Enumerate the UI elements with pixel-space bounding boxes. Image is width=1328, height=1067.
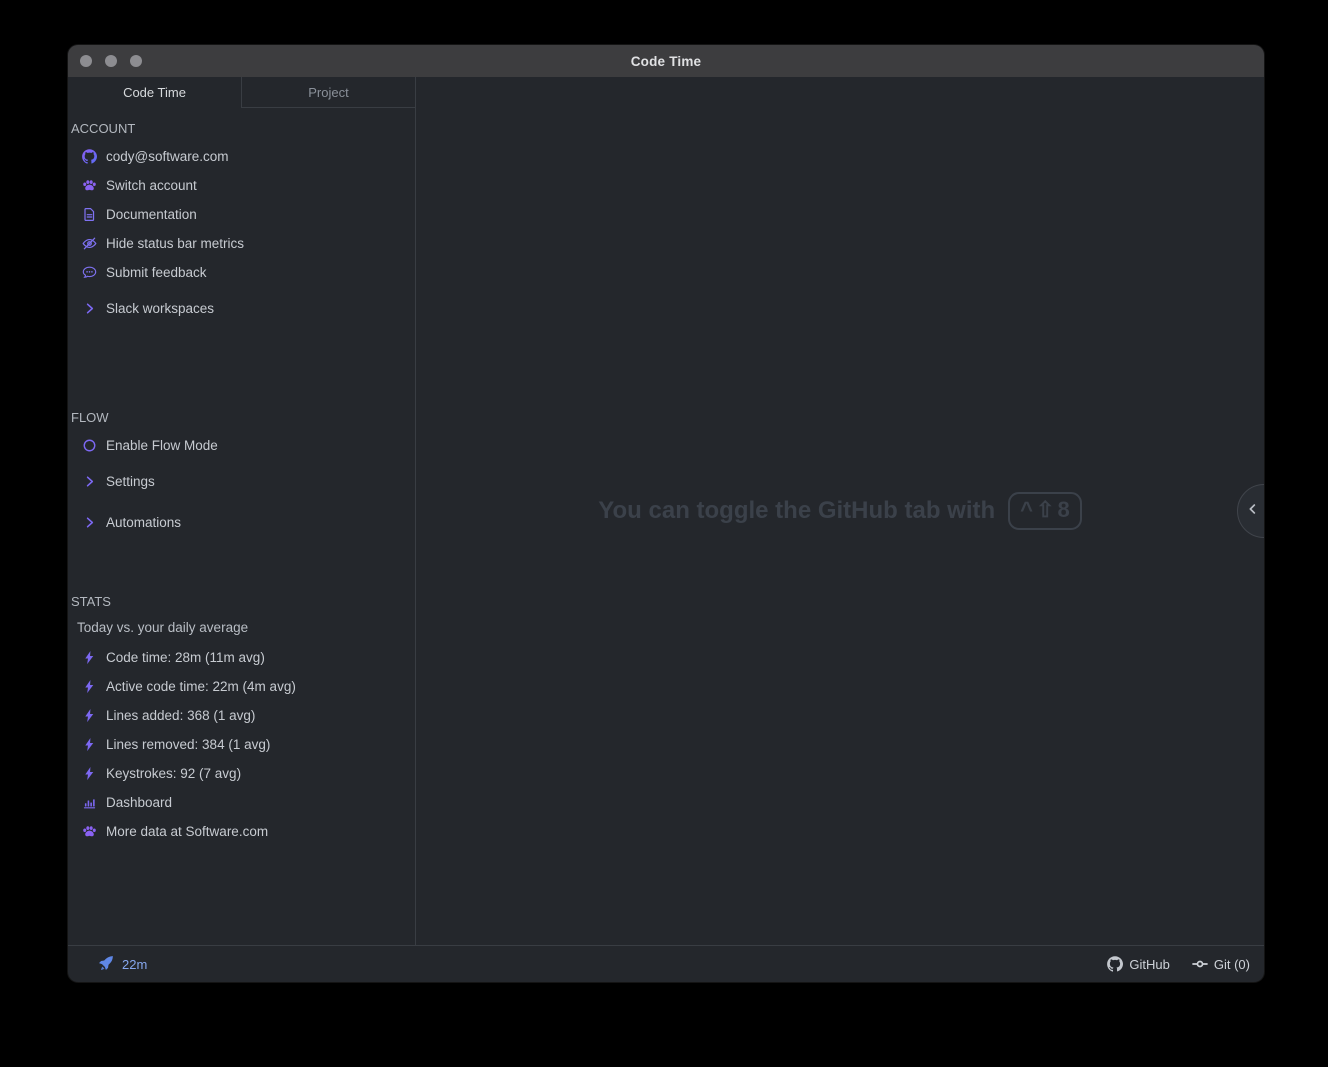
- titlebar[interactable]: Code Time: [68, 45, 1264, 77]
- tab-project[interactable]: Project: [241, 77, 415, 108]
- sidebar-item-label: Enable Flow Mode: [106, 438, 218, 453]
- github-status-label: GitHub: [1129, 957, 1169, 972]
- sidebar-item[interactable]: Keystrokes: 92 (7 avg): [68, 759, 415, 788]
- sidebar-item-label: More data at Software.com: [106, 824, 268, 839]
- window-title: Code Time: [68, 54, 1264, 69]
- sidebar-item[interactable]: Enable Flow Mode: [68, 431, 415, 460]
- sidebar-scroll: ACCOUNT cody@software.com Switch account D…: [68, 108, 415, 945]
- stats-subtitle: Today vs. your daily average: [68, 615, 415, 641]
- github-status-item[interactable]: GitHub: [1107, 956, 1169, 972]
- zoom-button[interactable]: [130, 55, 142, 67]
- circle-outline-icon: [82, 438, 97, 453]
- sidebar: Code Time Project ACCOUNT cody@software.…: [68, 77, 416, 945]
- active-code-time-status[interactable]: 22m: [98, 955, 147, 974]
- sidebar-item-label: Documentation: [106, 207, 197, 222]
- section-flow: FLOW Enable Flow Mode Settings Automations: [68, 409, 415, 537]
- bolt-icon: [82, 737, 97, 752]
- sidebar-item[interactable]: Slack workspaces: [68, 294, 415, 323]
- sidebar-item-label: Dashboard: [106, 795, 172, 810]
- sidebar-item[interactable]: Documentation: [68, 200, 415, 229]
- code-time-window: Code Time Code Time Project ACCOUNT cody…: [68, 45, 1264, 982]
- statusbar-right: GitHub Git (0): [1107, 956, 1250, 972]
- stats-items: Code time: 28m (11m avg) Active code time…: [68, 643, 415, 846]
- rocket-icon: [98, 955, 114, 974]
- sidebar-item-label: Settings: [106, 474, 155, 489]
- sidebar-item[interactable]: Lines added: 368 (1 avg): [68, 701, 415, 730]
- sidebar-item-label: Code time: 28m (11m avg): [106, 650, 265, 665]
- control-key-glyph: ^: [1020, 497, 1033, 523]
- sidebar-item[interactable]: Code time: 28m (11m avg): [68, 643, 415, 672]
- sidebar-item-label: Lines added: 368 (1 avg): [106, 708, 255, 723]
- sidebar-item-label: Keystrokes: 92 (7 avg): [106, 766, 241, 781]
- main-panel: You can toggle the GitHub tab with ^ ⇧ 8: [416, 77, 1264, 945]
- hint-text: You can toggle the GitHub tab with: [598, 497, 995, 525]
- tab-bar: Code Time Project: [68, 77, 415, 108]
- flow-items: Enable Flow Mode Settings Automations: [68, 431, 415, 537]
- sidebar-item[interactable]: cody@software.com: [68, 142, 415, 171]
- git-status-label: Git (0): [1214, 957, 1250, 972]
- sidebar-item[interactable]: Settings: [68, 467, 415, 496]
- sidebar-item[interactable]: Lines removed: 384 (1 avg): [68, 730, 415, 759]
- chevron-right-icon: [82, 515, 97, 530]
- sidebar-item[interactable]: Submit feedback: [68, 258, 415, 287]
- shift-key-glyph: ⇧: [1036, 497, 1054, 523]
- chevron-right-icon: [82, 301, 97, 316]
- paw-icon: [82, 178, 97, 193]
- git-commit-icon: [1192, 956, 1208, 972]
- comment-icon: [82, 265, 97, 280]
- status-bar: 22m GitHub Git (0): [68, 945, 1264, 982]
- chevron-right-icon: [82, 474, 97, 489]
- section-stats: STATS Today vs. your daily average Code …: [68, 593, 415, 846]
- sidebar-item[interactable]: Active code time: 22m (4m avg): [68, 672, 415, 701]
- section-title-stats: STATS: [68, 593, 415, 611]
- bar-chart-icon: [82, 795, 97, 810]
- github-tab-hint: You can toggle the GitHub tab with ^ ⇧ 8: [416, 492, 1264, 530]
- tab-code-time[interactable]: Code Time: [68, 77, 241, 108]
- bolt-icon: [82, 650, 97, 665]
- sidebar-item-label: cody@software.com: [106, 149, 229, 164]
- sidebar-item-label: Hide status bar metrics: [106, 236, 244, 251]
- bolt-icon: [82, 708, 97, 723]
- account-items: cody@software.com Switch account Documenta…: [68, 142, 415, 323]
- sidebar-item-label: Automations: [106, 515, 181, 530]
- sidebar-item-label: Switch account: [106, 178, 197, 193]
- shortcut-badge: ^ ⇧ 8: [1008, 492, 1082, 530]
- git-status-item[interactable]: Git (0): [1192, 956, 1250, 972]
- bolt-icon: [82, 679, 97, 694]
- sidebar-item-label: Lines removed: 384 (1 avg): [106, 737, 270, 752]
- active-code-time-label: 22m: [122, 957, 147, 972]
- close-button[interactable]: [80, 55, 92, 67]
- chevron-left-icon: [1246, 502, 1260, 521]
- sidebar-item[interactable]: Switch account: [68, 171, 415, 200]
- sidebar-item[interactable]: Hide status bar metrics: [68, 229, 415, 258]
- section-account: ACCOUNT cody@software.com Switch account D…: [68, 120, 415, 323]
- sidebar-item-label: Submit feedback: [106, 265, 207, 280]
- sidebar-item-label: Slack workspaces: [106, 301, 214, 316]
- traffic-lights: [68, 55, 142, 67]
- github-icon: [82, 149, 97, 164]
- bolt-icon: [82, 766, 97, 781]
- minimize-button[interactable]: [105, 55, 117, 67]
- section-title-account: ACCOUNT: [68, 120, 415, 138]
- section-title-flow: FLOW: [68, 409, 415, 427]
- sidebar-item[interactable]: More data at Software.com: [68, 817, 415, 846]
- eye-slash-icon: [82, 236, 97, 251]
- sidebar-item-label: Active code time: 22m (4m avg): [106, 679, 296, 694]
- content-area: Code Time Project ACCOUNT cody@software.…: [68, 77, 1264, 945]
- document-icon: [82, 207, 97, 222]
- sidebar-item[interactable]: Automations: [68, 508, 415, 537]
- sidebar-item[interactable]: Dashboard: [68, 788, 415, 817]
- paw-icon: [82, 824, 97, 839]
- github-logo-icon: [1107, 956, 1123, 972]
- number-key-glyph: 8: [1057, 497, 1069, 523]
